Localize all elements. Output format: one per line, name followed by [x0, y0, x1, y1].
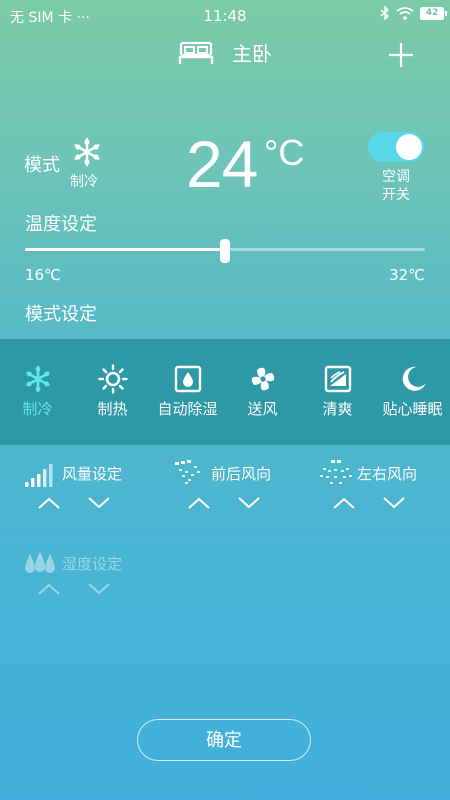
moon-icon: [402, 366, 426, 391]
wifi-icon: [396, 6, 414, 20]
slider-fill: [25, 248, 225, 251]
dehumidify-icon: [174, 365, 201, 393]
fan-icon: [251, 367, 274, 391]
humidity-icon: [25, 552, 55, 573]
battery-icon: 42: [420, 6, 447, 20]
mode-dehumidify[interactable]: 自动除湿: [150, 339, 225, 445]
snowflake-icon: [25, 365, 50, 393]
horizontal-swing-up-button[interactable]: [332, 496, 356, 510]
horizontal-swing-label: 左右风向: [357, 465, 418, 483]
humidity-up-button[interactable]: [37, 582, 61, 596]
temperature-slider[interactable]: [25, 239, 425, 263]
status-bar: 无 SIM 卡 ··· 11:48 42: [0, 0, 450, 32]
add-icon[interactable]: [386, 40, 416, 70]
mode-cool[interactable]: 制冷: [0, 339, 75, 445]
temperature-min: 16℃: [25, 266, 61, 284]
horizontal-swing-icon: [320, 460, 352, 484]
power-label-line2: 开关: [382, 187, 410, 203]
humidity-label: 湿度设定: [62, 555, 123, 573]
vertical-swing-icon: [175, 460, 200, 484]
mode-sleep[interactable]: 贴心睡眠: [375, 339, 450, 445]
temperature-value: 24: [186, 127, 258, 201]
fan-speed-label: 风量设定: [62, 465, 123, 483]
vertical-swing-up-button[interactable]: [187, 496, 211, 510]
sun-icon: [97, 364, 128, 394]
vertical-swing-down-button[interactable]: [237, 496, 261, 510]
power-label-line1: 空调: [382, 169, 410, 185]
fan-speed-down-button[interactable]: [87, 496, 111, 510]
toggle-knob: [396, 134, 422, 160]
temperature-setting-title: 温度设定: [25, 214, 97, 235]
temperature-unit: °C: [264, 132, 305, 173]
vertical-swing-label: 前后风向: [211, 465, 272, 483]
snowflake-icon: [74, 137, 100, 167]
fan-speed-up-button[interactable]: [37, 496, 61, 510]
ac-control-screen: 无 SIM 卡 ··· 11:48 42 主卧 模式 制冷 24 °C 空调 开…: [0, 0, 450, 800]
mode-label: 模式: [24, 155, 60, 176]
bluetooth-icon: [380, 6, 390, 20]
humidity-down-button[interactable]: [87, 582, 111, 596]
mode-fresh[interactable]: 清爽: [300, 339, 375, 445]
mode-heat[interactable]: 制热: [75, 339, 150, 445]
room-title: 主卧: [232, 42, 272, 66]
confirm-button[interactable]: 确定: [137, 719, 311, 761]
power-switch: 空调 开关: [368, 132, 426, 204]
mode-setting-title: 模式设定: [25, 304, 97, 325]
slider-thumb[interactable]: [220, 239, 230, 263]
header: 主卧: [0, 38, 450, 78]
temperature-max: 32℃: [389, 266, 425, 284]
mode-panel: 制冷 制热 自动除湿 送风 清爽 贴心睡眠: [0, 339, 450, 445]
mode-fan[interactable]: 送风: [225, 339, 300, 445]
horizontal-swing-down-button[interactable]: [382, 496, 406, 510]
temperature-display: 24 °C: [186, 124, 304, 204]
bed-icon: [178, 41, 214, 64]
mode-value: 制冷: [70, 174, 98, 190]
mode-label: 贴心睡眠: [382, 400, 443, 418]
fresh-icon: [324, 365, 351, 393]
fan-speed-icon: [25, 464, 53, 487]
power-toggle[interactable]: [368, 132, 424, 162]
